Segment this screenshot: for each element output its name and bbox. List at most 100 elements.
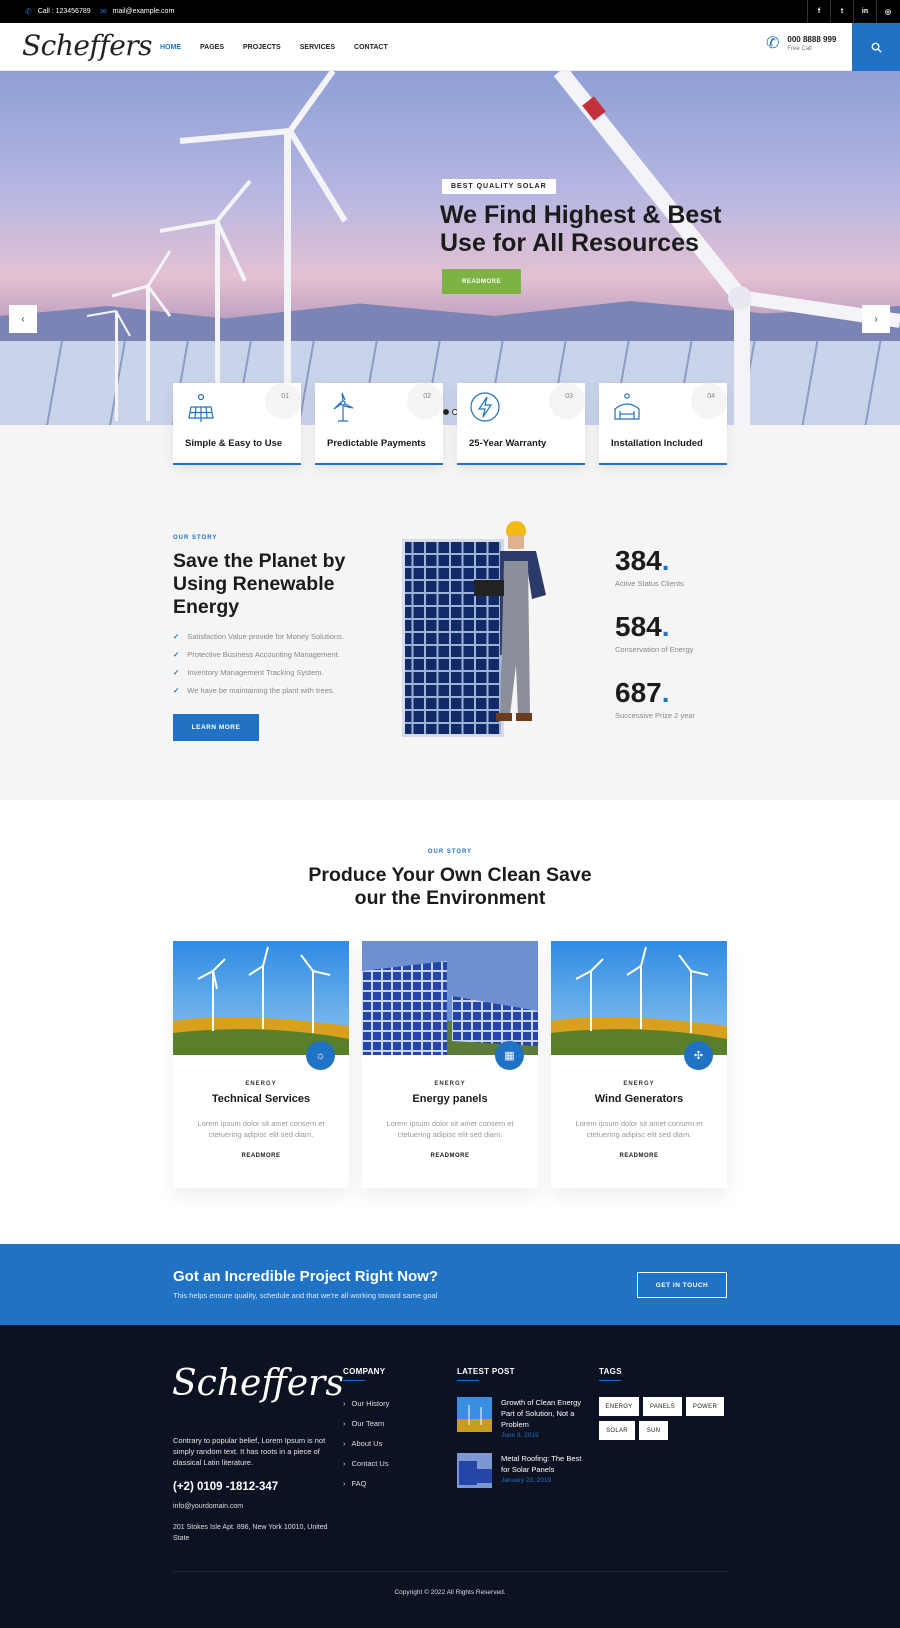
tag[interactable]: PANELS — [643, 1397, 682, 1416]
phone-icon: ✆ — [25, 7, 32, 16]
slider-dots — [443, 409, 458, 415]
cta-title: Got an Incredible Project Right Now? — [173, 1268, 439, 1285]
post-date: January 23, 2019 — [501, 1477, 552, 1484]
tag[interactable]: SOLAR — [599, 1421, 635, 1440]
chevron-right-icon: › — [343, 1479, 346, 1488]
footer-phone[interactable]: (+2) 0109 -1812-347 — [173, 1481, 278, 1493]
phone-number: 000 8888 999 — [787, 34, 837, 44]
hero-readmore-button[interactable]: READMORE — [442, 269, 521, 294]
post-thumbnail — [457, 1397, 492, 1432]
service-readmore-link[interactable]: READMORE — [551, 1153, 727, 1159]
check-icon: ✓ — [173, 632, 180, 641]
tags-heading: TAGS — [599, 1367, 622, 1381]
stat-block: 384. Active Status Clients — [615, 545, 684, 588]
story-title: Save the Planet by Using Renewable Energ… — [173, 550, 346, 618]
nav-projects[interactable]: PROJECTS — [243, 44, 281, 51]
search-button[interactable] — [852, 23, 900, 71]
service-desc: Lorem ipsum dolor sit amet consem et cte… — [386, 1119, 514, 1139]
feature-number: 02 — [423, 393, 431, 400]
feature-card[interactable]: 02 Predictable Payments — [315, 383, 443, 465]
slider-dot[interactable] — [443, 409, 449, 415]
worker-with-solar-panel-image — [402, 521, 546, 737]
services-title-line2: our the Environment — [354, 887, 546, 909]
footer-address: 201 Stokes Isle Apt. 896, New York 10010… — [173, 1524, 328, 1542]
feature-card[interactable]: 04 Installation Included — [599, 383, 727, 465]
search-icon — [871, 42, 882, 53]
nav-services[interactable]: SERVICES — [300, 44, 335, 51]
feature-card[interactable]: 03 25-Year Warranty — [457, 383, 585, 465]
service-readmore-link[interactable]: READMORE — [362, 1153, 538, 1159]
twitter-icon[interactable]: t — [830, 0, 853, 23]
check-icon: ✓ — [173, 686, 180, 695]
footer-description: Contrary to popular belief, Lorem Ipsum … — [173, 1436, 326, 1467]
check-item: ✓ Satisfaction Value provide for Money So… — [173, 632, 344, 641]
nav-home[interactable]: HOME — [160, 44, 181, 51]
footer-email[interactable]: info@yourdomain.com — [173, 1503, 243, 1510]
call-info[interactable]: ✆ Call : 123456789 — [25, 0, 91, 23]
chevron-right-icon: › — [343, 1419, 346, 1428]
slider-prev-button[interactable]: ‹ — [9, 305, 37, 333]
wind-turbine-icon: ✣ — [684, 1041, 713, 1070]
feature-number: 01 — [281, 393, 289, 400]
email-text: mail@example.com — [112, 8, 175, 15]
solar-panel-icon: ▦ — [495, 1041, 524, 1070]
linkedin-icon[interactable]: in — [853, 0, 876, 23]
get-in-touch-button[interactable]: GET IN TOUCH — [637, 1272, 727, 1298]
check-item: ✓ We have be maintaining the plant with t… — [173, 686, 335, 695]
service-category: ENERGY — [623, 1081, 655, 1087]
company-links: › Our History › Our Team › About Us › Contac… — [343, 1399, 389, 1499]
copyright: Copyright © 2022 All Rights Reserved. — [394, 1589, 506, 1596]
hero-badge: BEST QUALITY SOLAR — [442, 179, 556, 194]
logo[interactable]: Scheffers — [22, 29, 153, 62]
service-readmore-link[interactable]: READMORE — [173, 1153, 349, 1159]
footer-link[interactable]: › Our History — [343, 1399, 389, 1408]
post-item[interactable]: Growth of Clean Energy Part of Solution,… — [457, 1397, 586, 1439]
feature-number: 03 — [565, 393, 573, 400]
nav-contact[interactable]: CONTACT — [354, 44, 388, 51]
footer-link[interactable]: › Our Team — [343, 1419, 389, 1428]
service-card[interactable]: ☼ ENERGY Technical Services Lorem ipsum … — [173, 941, 349, 1188]
feature-title: Installation Included — [611, 438, 703, 449]
nav-pages[interactable]: PAGES — [200, 44, 224, 51]
check-icon: ✓ — [173, 668, 180, 677]
chevron-right-icon: › — [874, 313, 878, 325]
wind-turbine-icon — [333, 392, 354, 422]
chevron-right-icon: › — [343, 1439, 346, 1448]
footer-logo[interactable]: Scheffers — [172, 1363, 344, 1404]
stat-label: Conservation of Energy — [615, 645, 694, 654]
tag[interactable]: POWER — [686, 1397, 724, 1416]
stat-value: 384 — [615, 545, 662, 576]
stat-block: 687. Successive Prize 2 year — [615, 677, 696, 720]
service-category: ENERGY — [245, 1081, 277, 1087]
footer-link[interactable]: › Contact Us — [343, 1459, 389, 1468]
tag[interactable]: ENERGY — [599, 1397, 639, 1416]
service-desc: Lorem ipsum dolor sit amet consem et cte… — [197, 1119, 325, 1139]
facebook-icon[interactable]: f — [807, 0, 830, 23]
story-checklist: ✓ Satisfaction Value provide for Money So… — [173, 632, 344, 704]
post-item[interactable]: Metal Roofing: The Best for Solar Panels… — [457, 1453, 586, 1488]
chevron-right-icon: › — [343, 1459, 346, 1468]
feature-number: 04 — [707, 393, 715, 400]
solar-panel-icon — [188, 393, 214, 422]
service-desc: Lorem ipsum dolor sit amet consem et cte… — [575, 1119, 703, 1139]
footer-link[interactable]: › FAQ — [343, 1479, 389, 1488]
post-thumbnail — [457, 1453, 492, 1488]
hero-title: We Find Highest & Best Use for All Resou… — [440, 201, 722, 257]
tag[interactable]: SUN — [639, 1421, 668, 1440]
service-category: ENERGY — [434, 1081, 466, 1087]
header: Scheffers HOME PAGES PROJECTS SERVICES C… — [0, 23, 900, 71]
service-card[interactable]: ✣ ENERGY Wind Generators Lorem ipsum dol… — [551, 941, 727, 1188]
feature-card[interactable]: 01 Simple & Easy to Use — [173, 383, 301, 465]
feature-title: Predictable Payments — [327, 438, 426, 449]
stat-label: Successive Prize 2 year — [615, 711, 696, 720]
header-phone[interactable]: ✆ 000 8888 999 Free Call — [766, 33, 836, 53]
cta-subtitle: This helps ensure quality, schedule and … — [173, 1291, 438, 1300]
learn-more-button[interactable]: LEARN MORE — [173, 714, 259, 741]
instagram-icon[interactable]: ◎ — [876, 0, 899, 23]
cta-banner: Got an Incredible Project Right Now? Thi… — [0, 1244, 900, 1325]
email-info[interactable]: ✉ mail@example.com — [100, 0, 174, 23]
slider-next-button[interactable]: › — [862, 305, 890, 333]
call-text: Call : 123456789 — [37, 8, 91, 15]
footer-link[interactable]: › About Us — [343, 1439, 389, 1448]
service-card[interactable]: ▦ ENERGY Energy panels Lorem ipsum dolor… — [362, 941, 538, 1188]
